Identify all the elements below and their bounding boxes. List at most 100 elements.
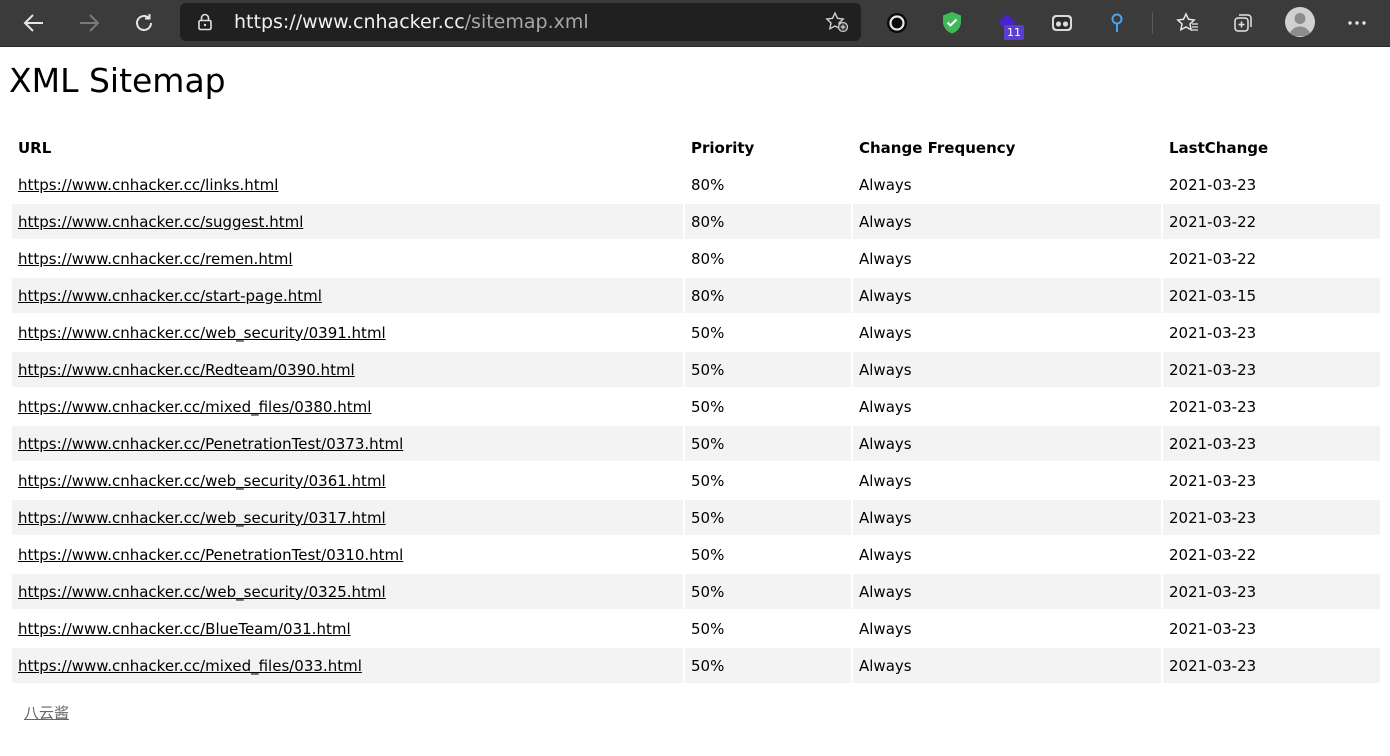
table-row: https://www.cnhacker.cc/suggest.html 80% A… (12, 204, 1380, 239)
url-cell: https://www.cnhacker.cc/web_security/031… (12, 500, 683, 535)
url-cell: https://www.cnhacker.cc/Redteam/0390.htm… (12, 352, 683, 387)
frequency-cell: Always (853, 352, 1161, 387)
table-row: https://www.cnhacker.cc/mixed_files/033.… (12, 648, 1380, 683)
favorites-icon (1176, 12, 1198, 32)
frequency-cell: Always (853, 574, 1161, 609)
table-row: https://www.cnhacker.cc/start-page.html 8… (12, 278, 1380, 313)
table-row: https://www.cnhacker.cc/web_security/031… (12, 500, 1380, 535)
priority-cell: 50% (691, 471, 725, 490)
lock-icon[interactable] (197, 13, 213, 31)
back-icon (23, 14, 43, 32)
url-cell: https://www.cnhacker.cc/suggest.html (12, 204, 683, 239)
frequency-cell: Always (853, 648, 1161, 683)
forward-icon (80, 14, 100, 32)
url-cell: https://www.cnhacker.cc/BlueTeam/031.htm… (12, 611, 683, 646)
frequency-cell: Always (859, 471, 912, 490)
frequency-cell: Always (859, 545, 912, 564)
sitemap-table: URL Priority Change Frequency LastChange… (10, 128, 1382, 685)
back-button[interactable] (16, 5, 52, 41)
url-cell: https://www.cnhacker.cc/PenetrationTest/… (12, 537, 683, 572)
frequency-cell: Always (859, 249, 912, 268)
lastchange-cell: 2021-03-15 (1163, 278, 1380, 313)
collections-button[interactable] (1225, 5, 1261, 41)
url-link[interactable]: https://www.cnhacker.cc/web_security/031… (18, 509, 386, 527)
extension-mask[interactable] (1044, 5, 1080, 41)
more-options-icon (1348, 21, 1366, 25)
extension-circle-icon (887, 13, 907, 33)
priority-cell: 50% (691, 545, 725, 564)
table-row: https://www.cnhacker.cc/mixed_files/0380… (12, 389, 1380, 424)
frequency-cell: Always (859, 619, 912, 638)
url-link[interactable]: https://www.cnhacker.cc/mixed_files/0380… (18, 398, 371, 416)
table-row: https://www.cnhacker.cc/remen.html 80% Alw… (12, 241, 1380, 276)
browser-toolbar: https://www.cnhacker.cc/sitemap.xml 11 (0, 0, 1390, 47)
url-link[interactable]: https://www.cnhacker.cc/PenetrationTest/… (18, 435, 403, 453)
extension-mask-icon (1052, 15, 1072, 31)
frequency-cell: Always (853, 204, 1161, 239)
add-favorite-icon[interactable] (825, 11, 849, 33)
priority-cell: 80% (685, 204, 851, 239)
extension-circle[interactable] (879, 5, 915, 41)
url-cell: https://www.cnhacker.cc/remen.html (12, 241, 683, 276)
url-link[interactable]: https://www.cnhacker.cc/PenetrationTest/… (18, 546, 403, 564)
url-link[interactable]: https://www.cnhacker.cc/web_security/036… (18, 472, 386, 490)
lastchange-cell: 2021-03-23 (1169, 323, 1257, 342)
extension-shield-icon (943, 12, 961, 34)
priority-cell: 50% (691, 619, 725, 638)
priority-cell: 50% (691, 323, 725, 342)
table-body: https://www.cnhacker.cc/links.html 80% Alw… (12, 167, 1380, 683)
url-link[interactable]: https://www.cnhacker.cc/BlueTeam/031.htm… (18, 620, 351, 638)
refresh-icon (136, 14, 152, 31)
frequency-cell: Always (853, 278, 1161, 313)
url-link[interactable]: https://www.cnhacker.cc/suggest.html (18, 213, 303, 231)
more-options-button[interactable] (1339, 5, 1375, 41)
url-link[interactable]: https://www.cnhacker.cc/start-page.html (18, 287, 322, 305)
lastchange-cell: 2021-03-23 (1163, 500, 1380, 535)
url-cell: https://www.cnhacker.cc/web_security/032… (12, 574, 683, 609)
extension-shield[interactable] (934, 5, 970, 41)
frequency-cell: Always (859, 397, 912, 416)
priority-cell: 80% (685, 278, 851, 313)
url-link[interactable]: https://www.cnhacker.cc/Redteam/0390.htm… (18, 361, 355, 379)
profile-avatar[interactable] (1285, 7, 1315, 37)
priority-cell: 50% (691, 397, 725, 416)
lastchange-cell: 2021-03-22 (1169, 249, 1257, 268)
table-row: https://www.cnhacker.cc/PenetrationTest/… (12, 537, 1380, 572)
url-link[interactable]: https://www.cnhacker.cc/web_security/032… (18, 583, 386, 601)
extension-pin[interactable] (1099, 5, 1135, 41)
page-title: XML Sitemap (9, 61, 226, 100)
favorites-button[interactable] (1170, 5, 1206, 41)
address-bar[interactable]: https://www.cnhacker.cc/sitemap.xml (180, 3, 861, 41)
lastchange-cell: 2021-03-23 (1169, 397, 1257, 416)
priority-cell: 80% (691, 249, 725, 268)
forward-button[interactable] (71, 5, 107, 41)
table-row: https://www.cnhacker.cc/Redteam/0390.htm… (12, 352, 1380, 387)
url-cell: https://www.cnhacker.cc/web_security/036… (12, 463, 683, 498)
priority-cell: 50% (685, 352, 851, 387)
table-row: https://www.cnhacker.cc/links.html 80% Alw… (12, 167, 1380, 202)
url-text[interactable]: https://www.cnhacker.cc/sitemap.xml (234, 11, 589, 33)
lastchange-cell: 2021-03-22 (1163, 204, 1380, 239)
url-link[interactable]: https://www.cnhacker.cc/web_security/039… (18, 324, 386, 342)
lastchange-cell: 2021-03-23 (1163, 648, 1380, 683)
toolbar-separator (1152, 12, 1153, 34)
extension-count-badge: 11 (1004, 25, 1024, 40)
table-row: https://www.cnhacker.cc/web_security/032… (12, 574, 1380, 609)
frequency-cell: Always (859, 175, 912, 194)
header-change-frequency: Change Frequency (859, 138, 1016, 157)
lastchange-cell: 2021-03-23 (1163, 574, 1380, 609)
url-link[interactable]: https://www.cnhacker.cc/links.html (18, 176, 278, 194)
url-link[interactable]: https://www.cnhacker.cc/remen.html (18, 250, 293, 268)
refresh-button[interactable] (126, 5, 162, 41)
lastchange-cell: 2021-03-23 (1163, 352, 1380, 387)
url-link[interactable]: https://www.cnhacker.cc/mixed_files/033.… (18, 657, 362, 675)
url-cell: https://www.cnhacker.cc/web_security/039… (12, 315, 683, 350)
table-row: https://www.cnhacker.cc/PenetrationTest/… (12, 426, 1380, 461)
table-row: https://www.cnhacker.cc/web_security/036… (12, 463, 1380, 498)
url-cell: https://www.cnhacker.cc/mixed_files/0380… (12, 389, 683, 424)
priority-cell: 50% (685, 574, 851, 609)
footer-link[interactable]: 八云酱 (24, 702, 69, 723)
lastchange-cell: 2021-03-22 (1169, 545, 1257, 564)
frequency-cell: Always (853, 500, 1161, 535)
priority-cell: 50% (685, 648, 851, 683)
